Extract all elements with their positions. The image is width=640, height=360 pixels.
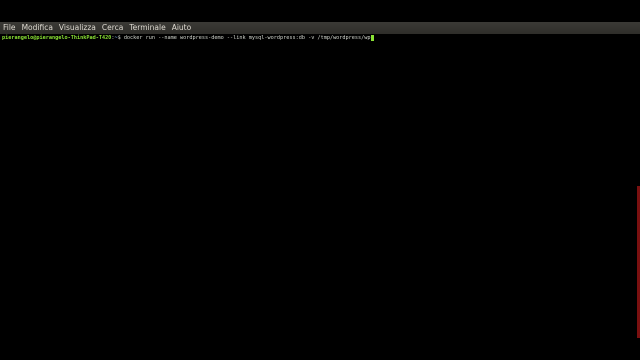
command-text: docker run --name wordpress-demo --link …	[123, 35, 371, 41]
menu-terminale[interactable]: Terminale	[129, 22, 165, 34]
menu-visualizza[interactable]: Visualizza	[59, 22, 96, 34]
text-cursor	[371, 35, 375, 41]
prompt-user-host: pierangelo@pierangelo-ThinkPad-T420	[2, 35, 112, 41]
menu-aiuto[interactable]: Aiuto	[172, 22, 192, 34]
command-line[interactable]: pierangelo@pierangelo-ThinkPad-T420: ~ $ d…	[2, 34, 375, 42]
menu-modifica[interactable]: Modifica	[22, 22, 53, 34]
terminal-area[interactable]: pierangelo@pierangelo-ThinkPad-T420: ~ $ d…	[0, 34, 640, 360]
menu-bar: File Modifica Visualizza Cerca Terminale…	[0, 22, 640, 34]
menu-cerca[interactable]: Cerca	[102, 22, 124, 34]
menu-file[interactable]: File	[3, 22, 16, 34]
terminal-window: File Modifica Visualizza Cerca Terminale…	[0, 0, 640, 360]
